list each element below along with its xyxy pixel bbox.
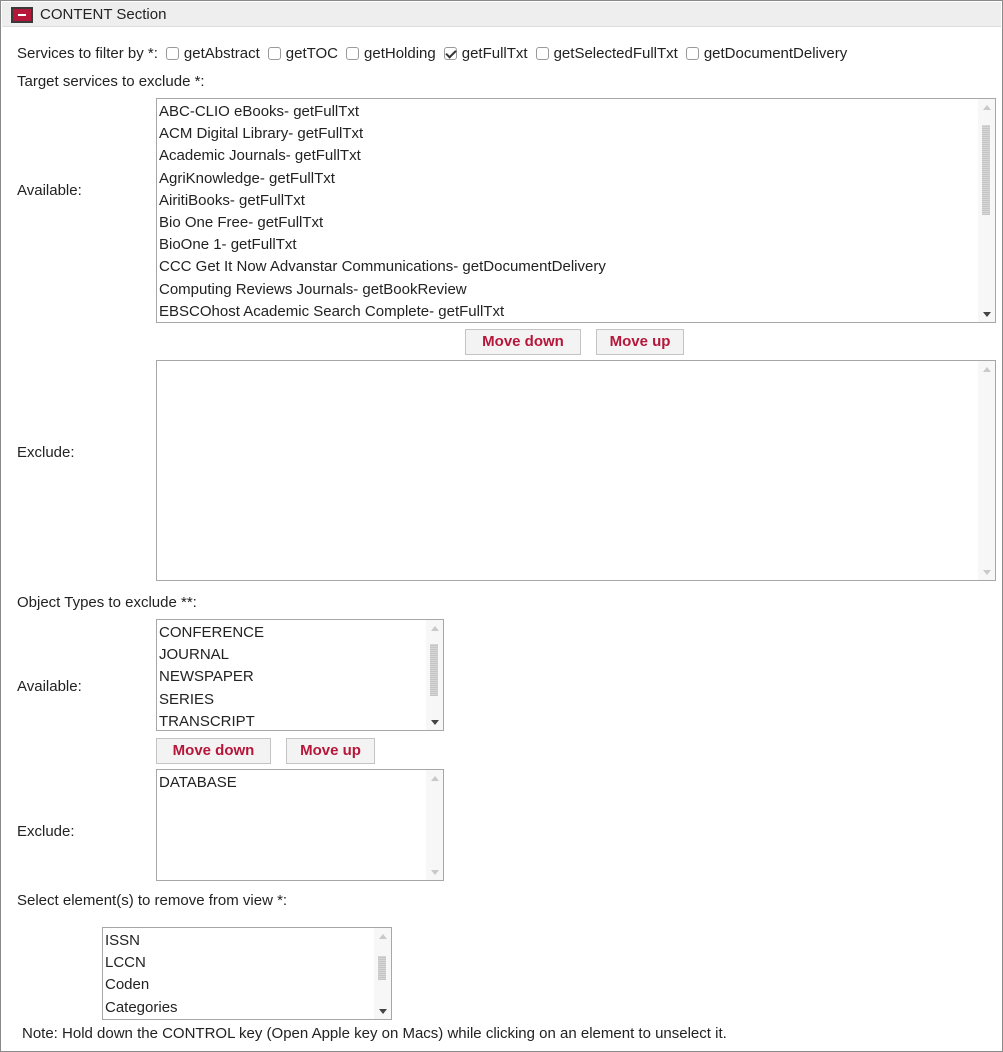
list-item[interactable]: NEWSPAPER [159, 666, 425, 688]
service-checkbox[interactable] [535, 47, 549, 60]
service-option-getdocumentdelivery[interactable]: getDocumentDelivery [685, 45, 848, 62]
service-option-label: getFullTxt [461, 45, 528, 62]
list-item[interactable]: ACM Digital Library- getFullTxt [159, 123, 977, 145]
scroll-up-icon[interactable] [426, 770, 443, 786]
service-checkbox[interactable] [346, 47, 360, 60]
remove-elements-heading: Select element(s) to remove from view *: [17, 892, 288, 909]
scroll-up-icon[interactable] [374, 928, 391, 944]
target-move-up-button[interactable]: Move up [596, 329, 684, 355]
object-move-up-button[interactable]: Move up [286, 738, 375, 764]
object-move-down-button[interactable]: Move down [156, 738, 271, 764]
target-exclude-label: Exclude: [17, 444, 75, 461]
content-section-panel: CONTENT Section Services to filter by *:… [0, 0, 1003, 1052]
scrollbar[interactable] [978, 99, 995, 322]
object-exclude-label: Exclude: [17, 823, 75, 840]
section-header: CONTENT Section [2, 2, 1001, 27]
section-title: CONTENT Section [40, 6, 167, 23]
service-option-label: getSelectedFullTxt [553, 45, 678, 62]
scrollbar[interactable] [978, 361, 995, 580]
scroll-thumb[interactable] [378, 956, 386, 980]
service-option-getselectedfulltxt[interactable]: getSelectedFullTxt [535, 45, 678, 62]
service-option-gettoc[interactable]: getTOC [267, 45, 339, 62]
minus-icon [18, 14, 26, 16]
scrollbar[interactable] [426, 620, 443, 730]
list-item[interactable]: Computing Reviews Journals- getBookRevie… [159, 279, 977, 301]
scroll-down-icon[interactable] [374, 1003, 391, 1019]
list-item[interactable]: LCCN [105, 952, 373, 974]
scroll-down-icon[interactable] [426, 714, 443, 730]
list-item[interactable]: ABC-CLIO eBooks- getFullTxt [159, 101, 977, 123]
target-available-label: Available: [17, 182, 82, 199]
services-filter-label: Services to filter by *: [17, 45, 158, 62]
service-option-label: getTOC [285, 45, 339, 62]
list-item[interactable]: TRANSCRIPT [159, 711, 425, 730]
object-available-label: Available: [17, 678, 82, 695]
service-option-label: getAbstract [183, 45, 260, 62]
target-exclude-listbox[interactable] [156, 360, 996, 581]
service-checkbox-checked[interactable] [443, 47, 457, 60]
list-item[interactable]: BioOne 1- getFullTxt [159, 234, 977, 256]
service-checkbox[interactable] [165, 47, 179, 60]
object-types-heading: Object Types to exclude **: [17, 594, 197, 611]
list-item[interactable]: CCC Get It Now Advanstar Communications-… [159, 256, 977, 278]
list-item[interactable]: CONFERENCE [159, 622, 425, 644]
service-checkbox[interactable] [267, 47, 281, 60]
list-item[interactable]: JOURNAL [159, 644, 425, 666]
services-filter-row: Services to filter by *: getAbstract get… [17, 45, 847, 62]
object-exclude-listbox[interactable]: DATABASE [156, 769, 444, 881]
list-item[interactable]: Coden [105, 974, 373, 996]
service-option-label: getHolding [364, 45, 436, 62]
list-item[interactable]: ISSN [105, 930, 373, 952]
service-option-getholding[interactable]: getHolding [346, 45, 436, 62]
target-services-heading: Target services to exclude *: [17, 73, 205, 90]
scroll-thumb[interactable] [982, 125, 990, 215]
list-item[interactable]: Bio One Free- getFullTxt [159, 212, 977, 234]
list-item[interactable]: EBSCOhost Academic Search Complete- getF… [159, 301, 977, 322]
service-checkbox[interactable] [685, 47, 699, 60]
scroll-thumb[interactable] [430, 644, 438, 696]
scrollbar[interactable] [374, 928, 391, 1019]
list-item[interactable]: DATABASE [159, 772, 425, 794]
list-item[interactable]: AgriKnowledge- getFullTxt [159, 168, 977, 190]
target-move-down-button[interactable]: Move down [465, 329, 581, 355]
scroll-down-icon[interactable] [978, 306, 995, 322]
scrollbar[interactable] [426, 770, 443, 880]
service-option-label: getDocumentDelivery [703, 45, 848, 62]
scroll-up-icon[interactable] [978, 361, 995, 377]
list-item[interactable]: Categories [105, 997, 373, 1019]
list-item[interactable]: SERIES [159, 689, 425, 711]
object-available-listbox[interactable]: CONFERENCE JOURNAL NEWSPAPER SERIES TRAN… [156, 619, 444, 731]
service-option-getfulltxt[interactable]: getFullTxt [443, 45, 528, 62]
target-available-listbox[interactable]: ABC-CLIO eBooks- getFullTxt ACM Digital … [156, 98, 996, 323]
list-item[interactable]: AiritiBooks- getFullTxt [159, 190, 977, 212]
remove-elements-listbox[interactable]: ISSN LCCN Coden Categories [102, 927, 392, 1020]
scroll-up-icon[interactable] [978, 99, 995, 115]
list-item[interactable]: Academic Journals- getFullTxt [159, 145, 977, 167]
scroll-up-icon[interactable] [426, 620, 443, 636]
service-option-getabstract[interactable]: getAbstract [165, 45, 260, 62]
scroll-down-icon[interactable] [426, 864, 443, 880]
collapse-section-button[interactable] [11, 7, 33, 23]
scroll-down-icon[interactable] [978, 564, 995, 580]
control-key-note: Note: Hold down the CONTROL key (Open Ap… [22, 1025, 727, 1042]
